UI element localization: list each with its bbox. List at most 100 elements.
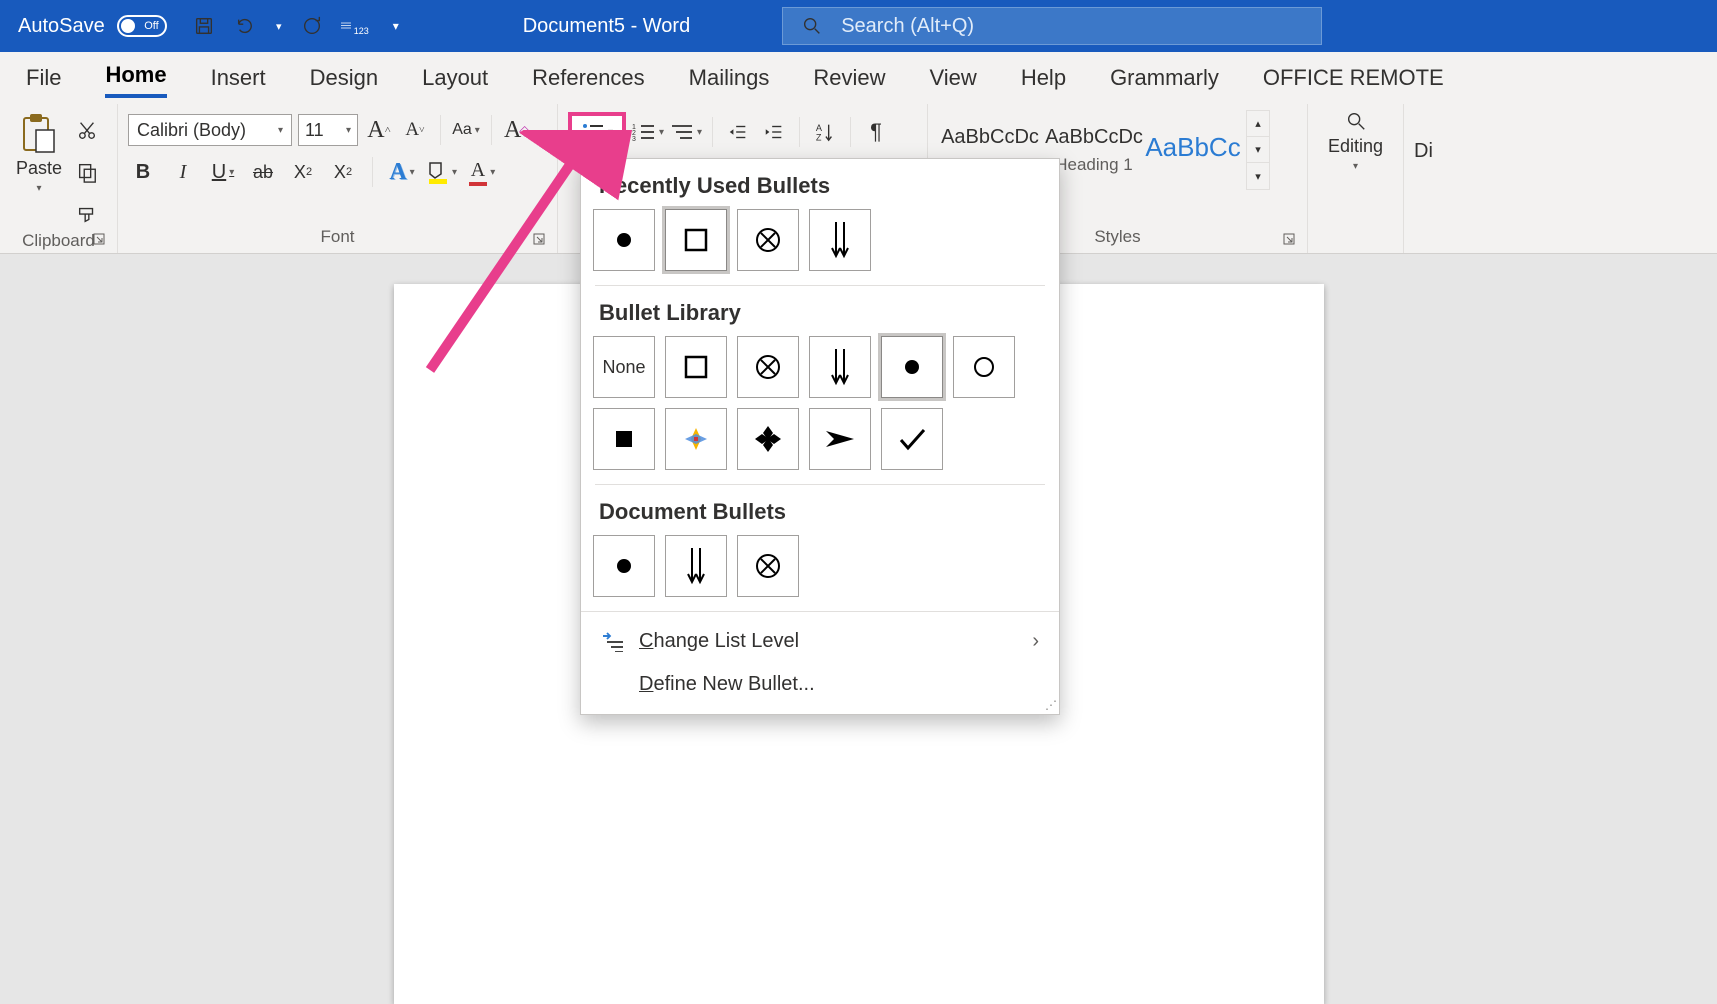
qat-customize-icon[interactable]: ▾ — [381, 11, 411, 41]
autosave-control[interactable]: AutoSave Off — [18, 15, 167, 38]
bold-icon[interactable]: B — [128, 156, 158, 188]
clipboard-group-label: Clipboard — [22, 231, 95, 251]
tab-home[interactable]: Home — [105, 58, 166, 98]
editing-label: Editing — [1328, 136, 1383, 157]
style-heading-2[interactable]: AaBbCc — [1146, 110, 1240, 190]
autosave-toggle[interactable]: Off — [117, 15, 167, 37]
editing-button[interactable]: Editing ▾ — [1318, 110, 1393, 172]
document-title: Document5 - Word — [523, 15, 690, 38]
library-bullet-arrowhead[interactable] — [809, 408, 871, 470]
document-bullets-title: Document Bullets — [581, 495, 1059, 535]
clipboard-dialog-launcher-icon[interactable] — [91, 231, 107, 247]
recent-bullet-disc[interactable] — [593, 209, 655, 271]
search-box[interactable]: Search (Alt+Q) — [782, 7, 1322, 45]
library-bullet-circle[interactable] — [953, 336, 1015, 398]
resize-grip-icon[interactable]: ⋰ — [1045, 698, 1055, 712]
tab-design[interactable]: Design — [310, 61, 378, 95]
library-bullet-disc[interactable] — [881, 336, 943, 398]
shrink-font-icon[interactable]: A˅ — [400, 114, 430, 146]
tab-review[interactable]: Review — [813, 61, 885, 95]
group-dictate-partial: Di — [1404, 104, 1440, 253]
equation-icon[interactable]: 123 — [339, 11, 369, 41]
library-bullet-circle-x[interactable] — [737, 336, 799, 398]
styles-expand-icon[interactable]: ▾ — [1247, 163, 1269, 189]
recent-bullet-double-arrow[interactable] — [809, 209, 871, 271]
library-bullet-4diamonds[interactable] — [737, 408, 799, 470]
paste-dropdown-icon[interactable]: ▾ — [36, 183, 41, 194]
recent-bullets-title: Recently Used Bullets — [581, 169, 1059, 209]
tab-references[interactable]: References — [532, 61, 645, 95]
numbering-icon[interactable]: 123▾ — [632, 116, 664, 148]
tab-office-remote[interactable]: OFFICE REMOTE — [1263, 61, 1444, 95]
change-case-icon[interactable]: Aa▾ — [451, 114, 481, 146]
font-name-combo[interactable]: Calibri (Body)▾ — [128, 114, 292, 146]
text-effects-icon[interactable]: A▾ — [387, 156, 417, 188]
save-icon[interactable] — [189, 11, 219, 41]
search-placeholder: Search (Alt+Q) — [841, 15, 974, 38]
document-bullet-double-arrow[interactable] — [665, 535, 727, 597]
tab-insert[interactable]: Insert — [211, 61, 266, 95]
chevron-right-icon: › — [1032, 630, 1039, 653]
quick-access-toolbar: ▾ 123 ▾ — [189, 11, 411, 41]
redo-icon[interactable] — [297, 11, 327, 41]
bullets-dropdown-menu: Recently Used Bullets Bullet Library Non… — [580, 158, 1060, 715]
library-bullet-4color-diamond[interactable] — [665, 408, 727, 470]
format-painter-icon[interactable] — [72, 198, 102, 230]
library-bullet-filled-square[interactable] — [593, 408, 655, 470]
copy-icon[interactable] — [72, 156, 102, 188]
autosave-label: AutoSave — [18, 15, 105, 38]
autosave-state: Off — [144, 20, 158, 32]
change-list-level-icon — [601, 632, 625, 652]
define-new-bullet-action[interactable]: Define New Bullet... — [581, 663, 1059, 706]
font-color-icon[interactable]: A▾ — [467, 156, 497, 188]
superscript-icon[interactable]: X2 — [328, 156, 358, 188]
cut-icon[interactable] — [72, 114, 102, 146]
group-font: Calibri (Body)▾ 11▾ A˄ A˅ Aa▾ A◇ B I U▾ … — [118, 104, 558, 253]
tab-view[interactable]: View — [930, 61, 977, 95]
sort-icon[interactable]: AZ — [810, 116, 840, 148]
bullets-button[interactable]: ▾ — [568, 112, 626, 152]
search-icon — [801, 15, 823, 37]
tab-layout[interactable]: Layout — [422, 61, 488, 95]
show-hide-icon[interactable]: ¶ — [861, 116, 891, 148]
strikethrough-icon[interactable]: ab — [248, 156, 278, 188]
decrease-indent-icon[interactable] — [723, 116, 753, 148]
document-bullet-circle-x[interactable] — [737, 535, 799, 597]
styles-dialog-launcher-icon[interactable] — [1281, 231, 1297, 247]
bullet-library-title: Bullet Library — [581, 296, 1059, 336]
styles-scroll-up-icon[interactable]: ▴ — [1247, 111, 1269, 137]
tab-grammarly[interactable]: Grammarly — [1110, 61, 1219, 95]
paste-button[interactable]: Paste ▾ — [10, 110, 68, 194]
library-bullet-square[interactable] — [665, 336, 727, 398]
clear-formatting-icon[interactable]: A◇ — [502, 114, 532, 146]
define-new-bullet-label: Define New Bullet... — [639, 673, 815, 696]
undo-dropdown-icon[interactable]: ▾ — [273, 11, 285, 41]
highlight-icon[interactable]: ▾ — [427, 156, 457, 188]
subscript-icon[interactable]: X2 — [288, 156, 318, 188]
group-clipboard: Paste ▾ Clipboard — [0, 104, 118, 253]
tab-help[interactable]: Help — [1021, 61, 1066, 95]
underline-icon[interactable]: U▾ — [208, 156, 238, 188]
recent-bullet-square[interactable] — [665, 209, 727, 271]
tab-file[interactable]: File — [26, 61, 61, 95]
library-bullet-none[interactable]: None — [593, 336, 655, 398]
bullets-dropdown-icon[interactable]: ▾ — [608, 127, 613, 138]
increase-indent-icon[interactable] — [759, 116, 789, 148]
multilevel-list-icon[interactable]: ▾ — [670, 116, 702, 148]
library-bullet-checkmark[interactable] — [881, 408, 943, 470]
library-bullet-double-arrow[interactable] — [809, 336, 871, 398]
styles-group-label: Styles — [1094, 227, 1140, 247]
recent-bullet-circle-x[interactable] — [737, 209, 799, 271]
change-list-level-action[interactable]: Change List Level › — [581, 620, 1059, 663]
styles-scroll-down-icon[interactable]: ▾ — [1247, 137, 1269, 163]
undo-icon[interactable] — [231, 11, 261, 41]
ribbon-tabs: File Home Insert Design Layout Reference… — [0, 52, 1717, 104]
styles-gallery-scroll: ▴ ▾ ▾ — [1246, 110, 1270, 190]
document-bullet-disc[interactable] — [593, 535, 655, 597]
font-size-combo[interactable]: 11▾ — [298, 114, 358, 146]
font-name-value: Calibri (Body) — [137, 120, 246, 141]
italic-icon[interactable]: I — [168, 156, 198, 188]
tab-mailings[interactable]: Mailings — [689, 61, 770, 95]
font-dialog-launcher-icon[interactable] — [531, 231, 547, 247]
grow-font-icon[interactable]: A˄ — [364, 114, 394, 146]
